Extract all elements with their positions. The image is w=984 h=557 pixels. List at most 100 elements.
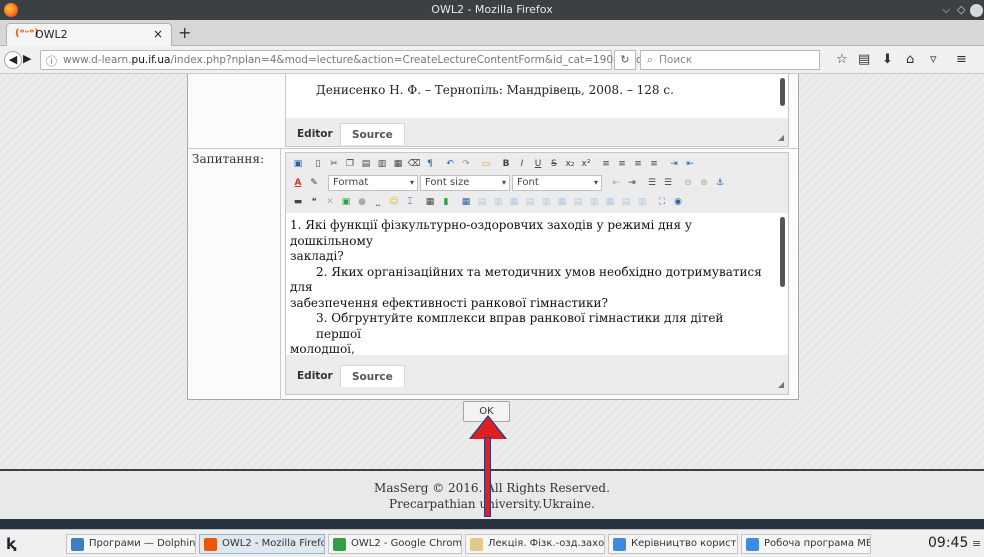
- info-icon[interactable]: ⓘ: [46, 53, 57, 69]
- table-cell-icon[interactable]: ▦: [506, 194, 522, 210]
- tab-editor[interactable]: Editor: [286, 365, 344, 387]
- browser-tab-owl2[interactable]: (ᵒᵕᵒ) OWL2 ×: [6, 23, 172, 46]
- question-text-area[interactable]: 1. Які функції фізкультурно-оздоровчих з…: [286, 213, 788, 355]
- taskbar-item[interactable]: OWL2 - Google Chrome: [328, 534, 462, 554]
- font-select[interactable]: Font ▾: [512, 175, 602, 191]
- table-split-icon[interactable]: ▤: [570, 194, 586, 210]
- underline-icon[interactable]: U: [530, 156, 546, 172]
- previous-editor-scrollbar[interactable]: [780, 78, 785, 106]
- italic-icon[interactable]: I: [514, 156, 530, 172]
- table-props-icon[interactable]: ▥: [586, 194, 602, 210]
- taskbar-item[interactable]: Керівництво користува: [608, 534, 738, 554]
- home-icon[interactable]: ⌂: [906, 52, 914, 67]
- rtl-icon[interactable]: ⇤: [682, 156, 698, 172]
- paste-text-icon[interactable]: ▥: [374, 156, 390, 172]
- maximize-button[interactable]: ◇: [957, 3, 965, 16]
- taskbar-item-label: Робоча програма МВО: [764, 538, 871, 549]
- outdent-icon[interactable]: ⇤: [608, 175, 624, 191]
- superscript-icon[interactable]: x²: [578, 156, 594, 172]
- strikethrough-icon[interactable]: S: [546, 156, 562, 172]
- copy-icon[interactable]: ❐: [342, 156, 358, 172]
- question-editor-scrollbar[interactable]: [780, 217, 785, 287]
- table-insert-icon[interactable]: ▤: [522, 194, 538, 210]
- subscript-icon[interactable]: x₂: [562, 156, 578, 172]
- smiley-icon[interactable]: ☺: [386, 194, 402, 210]
- format-select[interactable]: Format ▾: [328, 175, 418, 191]
- table-col-icon[interactable]: ▥: [490, 194, 506, 210]
- taskbar-item[interactable]: Програми — Dolphin: [66, 534, 196, 554]
- bg-color-icon[interactable]: ✎: [306, 175, 322, 191]
- pocket-icon[interactable]: ▿: [930, 52, 937, 67]
- tab-source[interactable]: Source: [340, 365, 405, 387]
- close-window-button[interactable]: ✕: [970, 4, 983, 17]
- anchor-icon[interactable]: ⚓: [712, 175, 728, 191]
- taskbar-item[interactable]: Лекція. Фізк.-озд.заход: [465, 534, 605, 554]
- back-button[interactable]: ◀: [4, 51, 22, 69]
- text-color-icon[interactable]: A: [290, 175, 306, 191]
- star-icon[interactable]: ☆: [836, 52, 848, 67]
- blockquote-icon[interactable]: ❝: [306, 194, 322, 210]
- paste-icon[interactable]: ▤: [358, 156, 374, 172]
- table-merge-icon[interactable]: ▦: [554, 194, 570, 210]
- cut-icon[interactable]: ✂: [326, 156, 342, 172]
- table-delete-cell-icon[interactable]: ▤: [618, 194, 634, 210]
- arrow-annotation: [484, 437, 491, 517]
- resize-handle-icon[interactable]: ◢: [778, 133, 784, 142]
- horizontal-rule-icon[interactable]: ▬: [290, 194, 306, 210]
- special-char-icon[interactable]: ⎵: [370, 194, 386, 210]
- minimize-button[interactable]: ⌵: [942, 3, 950, 17]
- maximize-editor-icon[interactable]: ⛶: [654, 194, 670, 210]
- download-icon[interactable]: ⬇: [882, 52, 893, 67]
- clock[interactable]: 09:45: [928, 535, 968, 551]
- menu-icon[interactable]: ≡: [956, 52, 967, 67]
- link-icon[interactable]: ⊕: [696, 175, 712, 191]
- table-cellprops-icon[interactable]: ▦: [602, 194, 618, 210]
- ltr-icon[interactable]: ⇥: [666, 156, 682, 172]
- search-input[interactable]: ⌕ Поиск: [640, 50, 820, 70]
- taskbar-item[interactable]: OWL2 - Mozilla Firefox: [199, 534, 325, 554]
- close-tab-icon[interactable]: ×: [153, 27, 163, 41]
- question-editor: ▣ ▯ ✂ ❐ ▤ ▥ ▦ ⌫ ¶ ↶ ↷ ▭ B I U S x₂ x² ≡ …: [285, 152, 789, 395]
- new-tab-button[interactable]: +: [178, 23, 191, 42]
- tab-editor[interactable]: Editor: [286, 123, 344, 145]
- reload-button[interactable]: ↻: [614, 50, 636, 70]
- tab-source[interactable]: Source: [340, 123, 405, 145]
- about-icon[interactable]: ◉: [670, 194, 686, 210]
- reading-list-icon[interactable]: ▤: [858, 52, 870, 67]
- indent-icon[interactable]: ⇥: [624, 175, 640, 191]
- paragraph-icon[interactable]: ¶: [422, 156, 438, 172]
- align-right-icon[interactable]: ≡: [630, 156, 646, 172]
- align-left-icon[interactable]: ≡: [598, 156, 614, 172]
- align-center-icon[interactable]: ≡: [614, 156, 630, 172]
- previous-editor-area[interactable]: Денисенко Н. Ф. – Тернопіль: Мандрівець,…: [286, 74, 788, 118]
- table-icon[interactable]: ▦: [458, 194, 474, 210]
- align-justify-icon[interactable]: ≡: [646, 156, 662, 172]
- image-icon[interactable]: ▣: [338, 194, 354, 210]
- undo-icon[interactable]: ↶: [442, 156, 458, 172]
- remove-format-icon[interactable]: ⌫: [406, 156, 422, 172]
- table-row-icon[interactable]: ▤: [474, 194, 490, 210]
- show-blocks-icon[interactable]: ▦: [422, 194, 438, 210]
- tray-menu-icon[interactable]: ≡: [972, 537, 981, 550]
- unlink-icon[interactable]: ⊖: [680, 175, 696, 191]
- paste-word-icon[interactable]: ▦: [390, 156, 406, 172]
- new-page-icon[interactable]: ▯: [310, 156, 326, 172]
- resize-handle-icon[interactable]: ◢: [778, 380, 784, 389]
- url-bar[interactable]: ⓘ www.d-learn.pu.if.ua/index.php?nplan=4…: [40, 50, 643, 70]
- find-icon[interactable]: ✕: [322, 194, 338, 210]
- iframe-icon[interactable]: ▮: [438, 194, 454, 210]
- forward-button[interactable]: ▶: [23, 52, 31, 65]
- taskbar-item[interactable]: Робоча програма МВО: [741, 534, 871, 554]
- save-icon[interactable]: ▣: [290, 156, 306, 172]
- page-break-icon[interactable]: ⌶: [402, 194, 418, 210]
- kde-menu-icon[interactable]: ⱪ: [6, 535, 16, 553]
- redo-icon[interactable]: ↷: [458, 156, 474, 172]
- bold-icon[interactable]: B: [498, 156, 514, 172]
- font-size-select[interactable]: Font size ▾: [420, 175, 510, 191]
- flash-icon[interactable]: ●: [354, 194, 370, 210]
- table-delete-icon[interactable]: ▥: [538, 194, 554, 210]
- folder-icon[interactable]: ▭: [478, 156, 494, 172]
- table-delete-table-icon[interactable]: ▥: [634, 194, 650, 210]
- numbered-list-icon[interactable]: ☰: [644, 175, 660, 191]
- bulleted-list-icon[interactable]: ☰: [660, 175, 676, 191]
